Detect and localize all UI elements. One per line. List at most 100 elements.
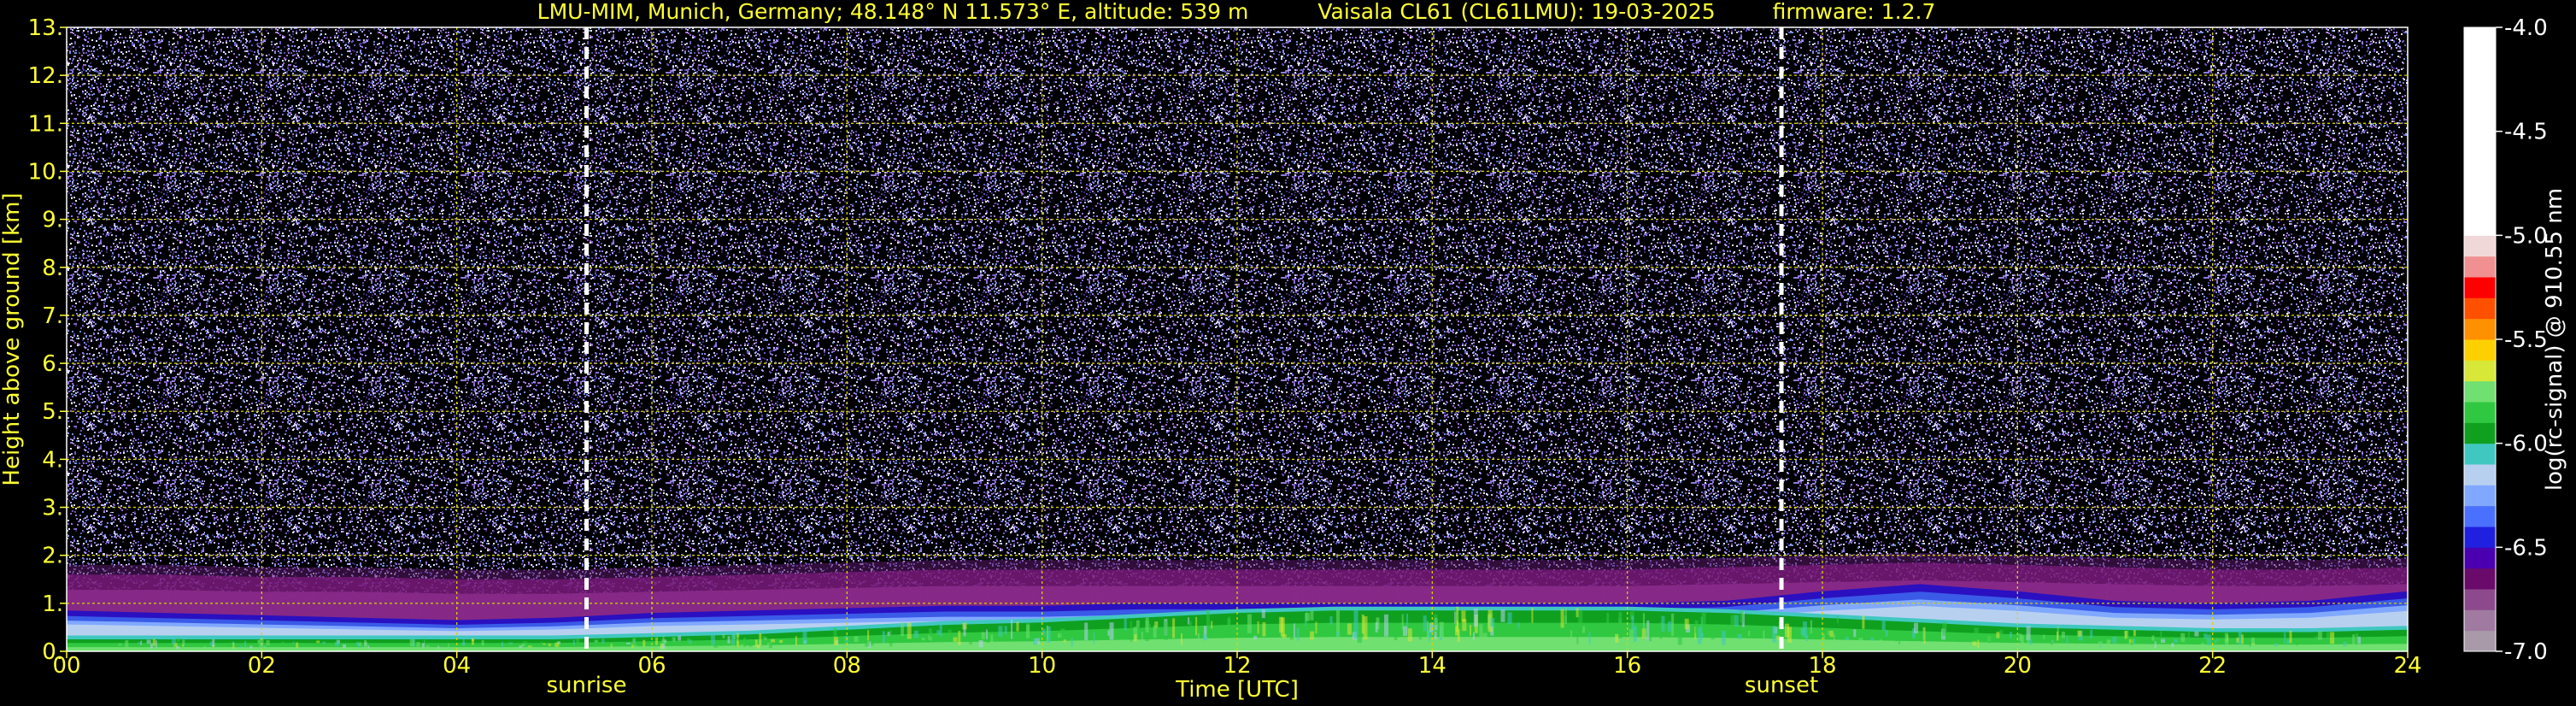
layer-streak [963,625,966,637]
layer-streak [981,632,985,639]
layer-streak [2201,643,2205,647]
layer-streak [1135,620,1140,628]
layer-streak [343,644,346,649]
y-tick-label: 3. [42,496,63,521]
layer-streak [2124,631,2127,639]
layer-streak [1124,615,1127,631]
layer-streak [1211,621,1213,629]
layer-streak [1618,618,1622,633]
layer-streak [610,644,613,648]
layer-streak [948,629,952,638]
y-tick-label: 11. [28,111,63,137]
colorbar-segment [2464,402,2496,423]
x-axis-ticks: 00 02 04 06 08 10 12 14 16 18 20 22 24 [52,651,2422,679]
x-tick-label: 16 [1613,653,1641,679]
layer-streak [907,622,912,639]
layer-streak [1570,630,1573,640]
layer-streak [2057,631,2059,641]
layer-streak [1047,625,1049,642]
colorbar-segment [2464,547,2496,569]
layer-streak [1188,617,1190,625]
layer-streak [1606,612,1610,633]
layer-streak [2174,638,2179,643]
layer-streak [1305,613,1310,621]
layer-streak [1576,608,1579,618]
layer-streak [2238,631,2242,645]
layer-streak [1507,612,1512,625]
layer-streak [2154,641,2156,649]
x-tick-label: 24 [2393,653,2421,679]
layer-streak [1677,635,1682,645]
layer-streak [1310,631,1315,640]
layer-streak [422,643,425,648]
layer-streak [759,632,762,646]
layer-streak [1145,617,1149,632]
layer-streak [1093,632,1095,644]
x-axis-label: Time [UTC] [1175,677,1299,703]
layer-streak [361,645,364,648]
layer-streak [748,638,753,647]
layer-streak [125,640,129,648]
layer-streak [2216,638,2219,642]
layer-streak [1862,615,1865,629]
layer-streak [833,637,838,645]
layer-streak [1999,630,2004,636]
layer-streak [1289,626,1294,640]
layer-streak [263,645,267,650]
layer-streak [1434,614,1438,626]
layer-streak [543,643,546,645]
layer-streak [655,637,658,645]
layer-streak [1206,609,1210,637]
layer-streak [519,645,523,648]
layer-streak [2317,631,2322,640]
layer-streak [1803,621,1807,638]
layer-streak [771,638,776,643]
x-tick-label: 12 [1223,653,1251,679]
layer-streak [1737,633,1742,639]
layer-streak [1282,634,1287,638]
layer-streak [2352,634,2356,645]
layer-streak [2020,635,2024,646]
layer-streak [2274,643,2279,647]
layer-streak [672,636,676,644]
layer-streak [508,642,513,644]
layer-streak [1375,622,1378,632]
layer-streak [1455,607,1457,627]
layer-streak [1560,609,1564,628]
layer-streak [1684,618,1689,630]
colorbar-label: log(rc-signal) @ 910.55 nm [2542,188,2567,491]
layer-streak [2090,630,2093,638]
layer-streak [1134,634,1137,642]
layer-streak [1037,638,1040,644]
layer-streak [1499,623,1501,634]
backscatter-chart: LMU-MIM, Munich, Germany; 48.148° N 11.5… [0,0,2567,703]
layer-streak [1428,631,1430,642]
layer-streak [1363,616,1368,640]
layer-streak [2272,640,2276,644]
layer-streak [1996,632,2000,638]
layer-streak [1353,609,1358,639]
layer-streak [355,642,359,646]
colorbar-segment [2464,443,2496,465]
layer-streak [958,631,961,645]
layer-streak [887,632,890,636]
x-tick-label: 04 [443,653,471,679]
layer-streak [1578,610,1583,631]
layer-streak [481,640,484,646]
layer-streak [155,640,157,648]
layer-streak [2224,632,2228,644]
layer-streak [1394,627,1398,640]
layer-streak [882,631,885,644]
x-tick-label: 22 [2198,653,2227,679]
layer-streak [1853,629,1857,638]
layer-streak [661,644,666,650]
layer-streak [1643,613,1645,639]
layer-streak [1315,621,1317,634]
layer-streak [1063,639,1066,643]
layer-streak [2043,634,2045,639]
layer-streak [1434,631,1437,639]
layer-streak [953,637,958,642]
layer-streak [1974,627,1979,637]
layer-streak [1016,621,1019,632]
x-tick-label: 10 [1028,653,1056,679]
